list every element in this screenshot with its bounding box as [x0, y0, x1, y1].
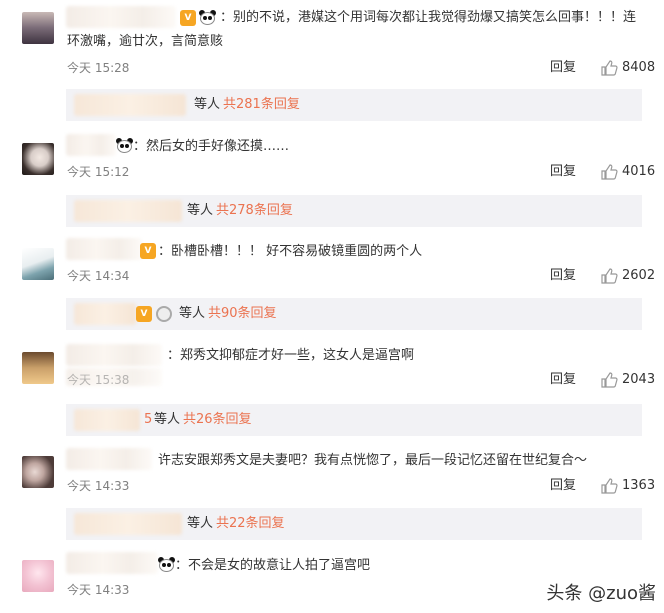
comment-text: ：郑秀文抑郁症才好一些，这女人是逼宫啊	[167, 348, 415, 363]
username-blurred[interactable]	[66, 134, 116, 156]
comment-text: 许志安跟郑秀文是夫妻吧？我有点恍惚了，最后一段记忆还留在世纪复合～	[158, 453, 588, 468]
replies-bar[interactable]: 5 等人 共26条回复	[66, 404, 642, 436]
comment-text: ：别的不说，港媒这个用词每次都让我觉得劲爆又搞笑怎么回事！！！连	[220, 10, 637, 25]
like-button[interactable]: 2043	[600, 371, 658, 389]
panda-emoji-icon	[199, 10, 216, 25]
vip-badge-icon: V	[140, 243, 156, 259]
replies-who: 等人	[194, 97, 221, 112]
replies-who: 等人	[187, 516, 214, 531]
thumbs-up-icon	[601, 164, 618, 180]
replies-prefix: 5	[144, 412, 153, 427]
thumbs-up-icon	[601, 478, 618, 494]
replies-count-link[interactable]: 共90条回复	[208, 306, 277, 322]
like-button[interactable]: 4016	[600, 163, 658, 181]
replies-bar[interactable]: 等人 共278条回复	[66, 195, 642, 227]
replies-count-link[interactable]: 共278条回复	[216, 203, 293, 219]
comment-time: 今天 14:33	[67, 479, 130, 493]
comment-text: ：然后女的手好像还摸……	[133, 139, 290, 154]
username-blurred[interactable]	[66, 238, 142, 260]
reply-button[interactable]: 回复	[550, 268, 576, 284]
like-count: 2602	[622, 268, 656, 283]
like-count: 4016	[622, 164, 656, 179]
replies-bar[interactable]: V 等人 共90条回复	[66, 298, 642, 330]
replies-count-link[interactable]: 共281条回复	[223, 97, 300, 113]
comment-time: 今天 15:12	[67, 165, 130, 179]
avatar[interactable]	[22, 143, 54, 175]
username-blurred[interactable]	[66, 344, 162, 366]
avatar[interactable]	[22, 560, 54, 592]
replies-count-link[interactable]: 共26条回复	[183, 412, 252, 428]
replies-bar[interactable]: 等人 共281条回复	[66, 89, 642, 121]
replies-who: 等人	[187, 203, 214, 218]
avatar[interactable]	[22, 248, 54, 280]
thumbs-up-icon	[601, 60, 618, 76]
reply-button[interactable]: 回复	[550, 478, 576, 494]
comment-text-cont: 环激嘴，逾廿次，言简意赅	[67, 34, 224, 49]
reply-button[interactable]: 回复	[550, 372, 576, 388]
avatar[interactable]	[22, 352, 54, 384]
username-blurred[interactable]	[66, 448, 152, 470]
vip-badge-icon: V	[136, 306, 152, 322]
like-count: 8408	[622, 60, 656, 75]
panda-emoji-icon	[158, 557, 175, 572]
username-blurred[interactable]	[66, 6, 176, 28]
vip-badge-icon: V	[180, 10, 196, 26]
avatar[interactable]	[22, 12, 54, 44]
comment-time: 今天 15:28	[67, 61, 130, 75]
like-button[interactable]: 1363	[600, 477, 658, 495]
replies-who: 等人	[154, 412, 181, 427]
comment-text: ：卧槽卧槽！！！ 好不容易破镜重圆的两个人	[158, 244, 423, 259]
thumbs-up-icon	[601, 372, 618, 388]
replies-who: 等人	[179, 306, 206, 321]
comment-time: 今天 14:34	[67, 269, 130, 283]
replies-count-link[interactable]: 共22条回复	[216, 516, 285, 532]
watermark: 头条 @zuo酱	[546, 583, 656, 604]
medal-icon	[156, 306, 172, 322]
like-button[interactable]: 8408	[600, 59, 658, 77]
comment-time: 今天 15:38	[67, 373, 130, 387]
like-count: 2043	[622, 372, 656, 387]
comment-text: ：不会是女的故意让人拍了逼宫吧	[175, 558, 371, 573]
replies-bar[interactable]: 等人 共22条回复	[66, 508, 642, 540]
like-count: 1363	[622, 478, 656, 493]
panda-emoji-icon	[116, 138, 133, 153]
like-button[interactable]: 2602	[600, 267, 658, 285]
comment-time: 今天 14:33	[67, 583, 130, 597]
thumbs-up-icon	[601, 268, 618, 284]
reply-button[interactable]: 回复	[550, 60, 576, 76]
avatar[interactable]	[22, 456, 54, 488]
reply-button[interactable]: 回复	[550, 164, 576, 180]
username-blurred[interactable]	[66, 552, 158, 574]
